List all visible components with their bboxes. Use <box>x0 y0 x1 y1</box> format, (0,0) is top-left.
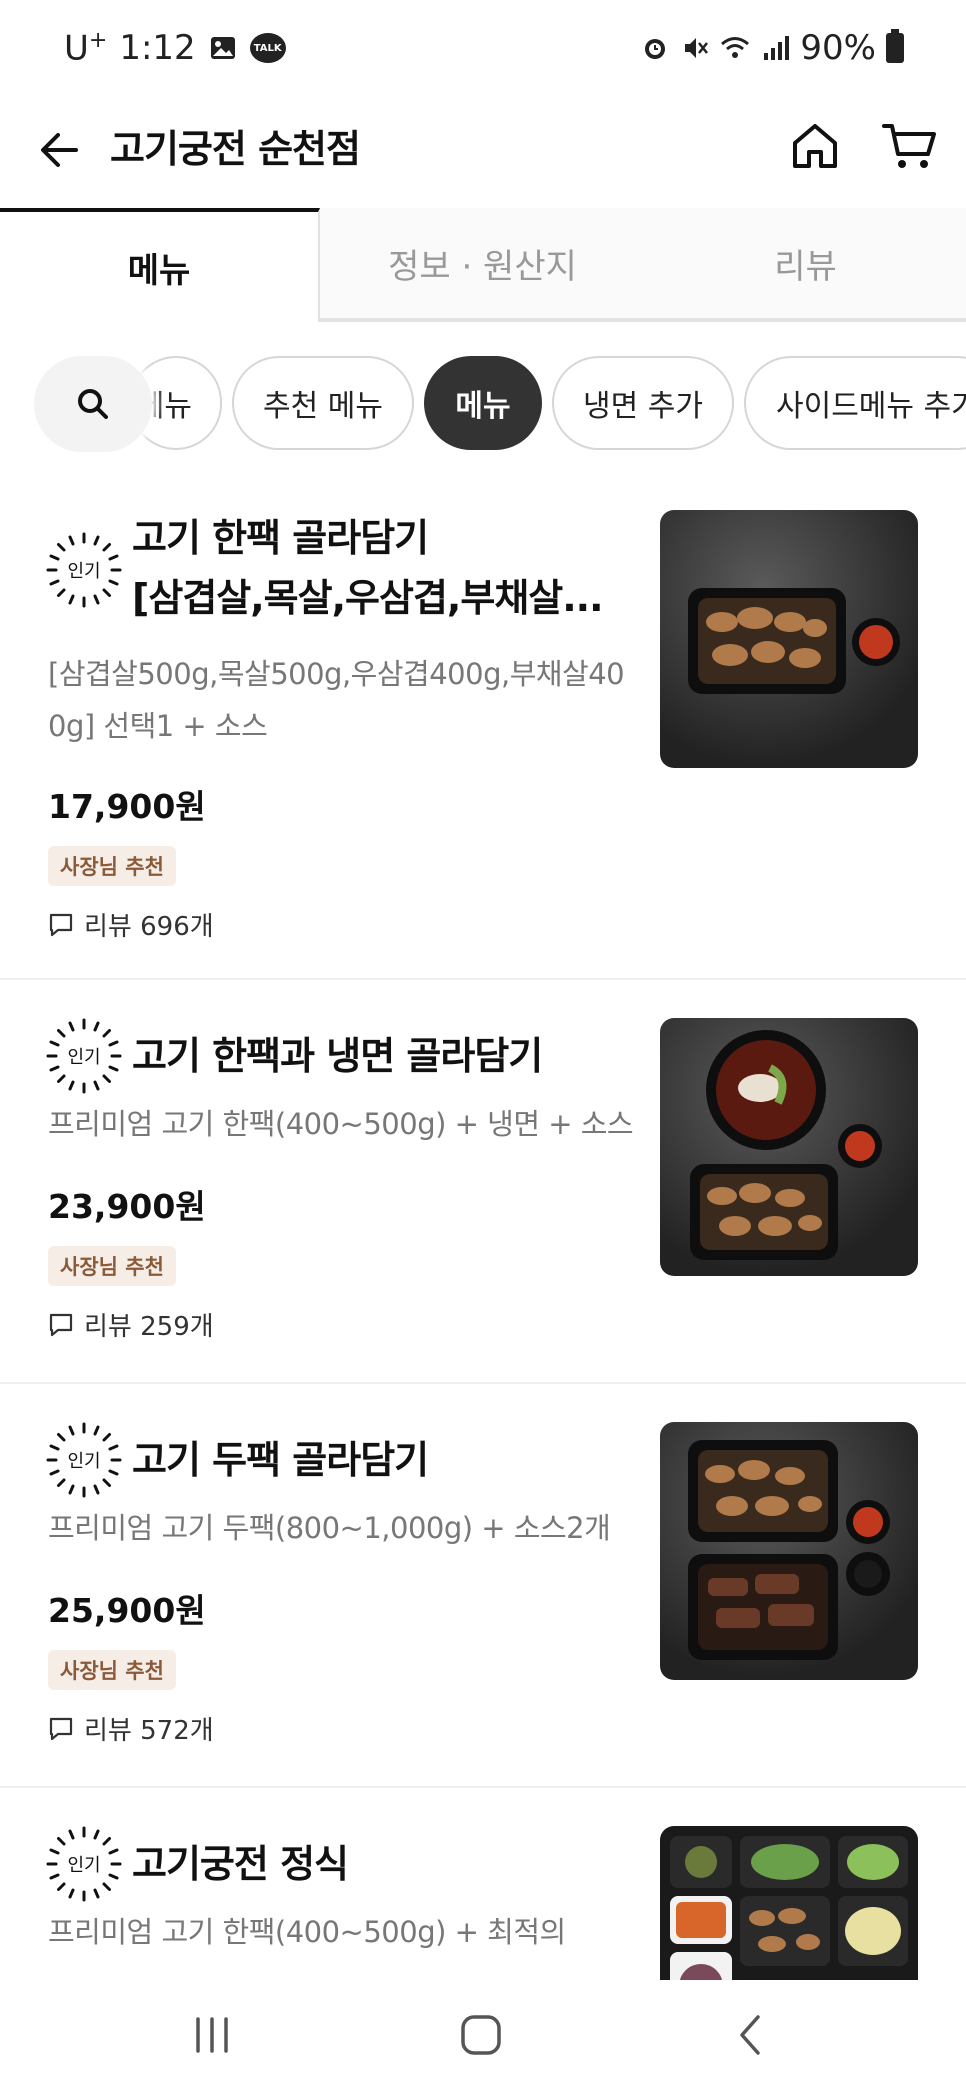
carrier-label: U+ <box>64 28 108 69</box>
back-arrow-icon[interactable] <box>30 120 90 180</box>
search-icon <box>78 389 108 419</box>
menu-item-price: 17,900원 <box>48 787 206 826</box>
owner-recommend-badge: 사장님 추천 <box>48 846 176 886</box>
kakaotalk-icon: TALK <box>249 33 286 64</box>
app-header: 고기궁전 순천점 <box>0 100 966 210</box>
menu-item-photo <box>660 1422 918 1680</box>
chip-noodle-add[interactable]: 냉면 추가 <box>552 356 734 450</box>
battery-icon <box>886 29 904 63</box>
popular-burst-icon: 인기 <box>46 1826 122 1902</box>
popular-burst-icon: 인기 <box>46 532 122 608</box>
menu-item-photo <box>660 1018 918 1276</box>
popular-burst-icon: 인기 <box>46 1018 122 1094</box>
chip-side-menu-add[interactable]: 사이드메뉴 추가 <box>744 356 966 450</box>
recent-apps-icon <box>196 2017 228 2053</box>
page-title: 고기궁전 순천점 <box>110 127 361 171</box>
comment-icon <box>49 913 73 936</box>
menu-item-description: 프리미엄 고기 한팩(400~500g) + 냉면 + 소스 <box>48 1107 634 1141</box>
menu-item-description: 프리미엄 고기 한팩(400~500g) + 최적의 <box>48 1915 566 1949</box>
back-nav-button[interactable] <box>712 2000 792 2070</box>
popular-badge: 인기 <box>46 1422 122 1498</box>
menu-item-description: 프리미엄 고기 두팩(800~1,000g) + 소스2개 <box>48 1511 611 1545</box>
tab-bar: 정보 · 원산지 리뷰 메뉴 <box>0 208 966 322</box>
menu-item[interactable]: 인기 고기 두팩 골라담기 프리미엄 고기 두팩(800~1,000g) + 소… <box>0 1384 966 1788</box>
tab-info-origin[interactable]: 정보 · 원산지 <box>320 208 645 320</box>
menu-item-photo <box>660 510 918 768</box>
menu-item-description: [삼겹살500g,목살500g,우삼겹400g,부채살40 0g] 선택1 + … <box>48 657 625 743</box>
home-nav-button[interactable] <box>441 2000 521 2070</box>
menu-search-button[interactable] <box>34 356 152 452</box>
comment-icon <box>49 1313 73 1336</box>
alarm-icon <box>645 39 666 59</box>
two-meat-boxes-image <box>688 1440 890 1660</box>
menu-item-name: 고기 한팩 골라담기 [삼겹살,목살,우삼겹,부채살... <box>132 516 604 620</box>
menu-item-price: 25,900원 <box>48 1591 206 1630</box>
popular-badge: 인기 <box>46 532 122 608</box>
menu-item[interactable]: 인기 고기 한팩 골라담기 [삼겹살,목살,우삼겹,부채살... [삼겹살500… <box>0 470 966 980</box>
svg-text:인기: 인기 <box>67 1855 100 1876</box>
clock: 1:12 <box>119 28 196 69</box>
popular-burst-icon: 인기 <box>46 1422 122 1498</box>
menu-item-photo <box>660 1826 918 1988</box>
back-nav-icon <box>740 2015 760 2055</box>
home-nav-icon <box>461 2015 501 2055</box>
meal-set-image <box>670 1836 908 1988</box>
tab-reviews[interactable]: 리뷰 <box>645 208 966 320</box>
popular-badge: 인기 <box>46 1826 122 1902</box>
mute-icon <box>685 38 709 58</box>
signal-icon <box>764 36 790 60</box>
menu-item-name: 고기궁전 정식 <box>132 1842 349 1886</box>
owner-recommend-badge: 사장님 추천 <box>48 1246 176 1286</box>
battery-percent: 90% <box>800 28 876 68</box>
svg-text:인기: 인기 <box>67 1047 100 1068</box>
wifi-icon <box>721 37 750 58</box>
home-icon[interactable] <box>785 116 845 176</box>
meat-box-image <box>688 588 900 694</box>
tab-menu[interactable]: 메뉴 <box>0 208 320 322</box>
menu-item-name: 고기 한팩과 냉면 골라담기 <box>132 1034 543 1078</box>
chip-menu[interactable]: 메뉴 <box>424 356 542 450</box>
svg-text:인기: 인기 <box>67 561 100 582</box>
cart-icon[interactable] <box>878 116 942 176</box>
menu-list: 인기 고기 한팩 골라담기 [삼겹살,목살,우삼겹,부채살... [삼겹살500… <box>0 470 966 1988</box>
recent-apps-button[interactable] <box>172 2000 252 2070</box>
review-count: 리뷰 696개 <box>48 906 214 943</box>
review-count: 리뷰 572개 <box>48 1710 214 1747</box>
menu-item[interactable]: 인기 고기 한팩과 냉면 골라담기 프리미엄 고기 한팩(400~500g) +… <box>0 980 966 1384</box>
menu-item[interactable]: 인기 고기궁전 정식 프리미엄 고기 한팩(400~500g) + 최적의 <box>0 1788 966 1988</box>
gallery-icon <box>210 37 235 60</box>
popular-badge: 인기 <box>46 1018 122 1094</box>
menu-item-name: 고기 두팩 골라담기 <box>132 1438 429 1482</box>
review-count: 리뷰 259개 <box>48 1306 214 1343</box>
category-chip-bar: 메뉴 추천 메뉴 메뉴 냉면 추가 사이드메뉴 추가 <box>0 356 966 452</box>
system-nav-bar <box>0 1980 966 2093</box>
svg-text:인기: 인기 <box>67 1451 100 1472</box>
status-bar: U+ 1:12 TALK 90% <box>0 0 966 100</box>
comment-icon <box>49 1717 73 1740</box>
meat-noodle-image <box>690 1030 882 1260</box>
owner-recommend-badge: 사장님 추천 <box>48 1650 176 1690</box>
menu-item-price: 23,900원 <box>48 1187 206 1226</box>
chip-recommended[interactable]: 추천 메뉴 <box>232 356 414 450</box>
